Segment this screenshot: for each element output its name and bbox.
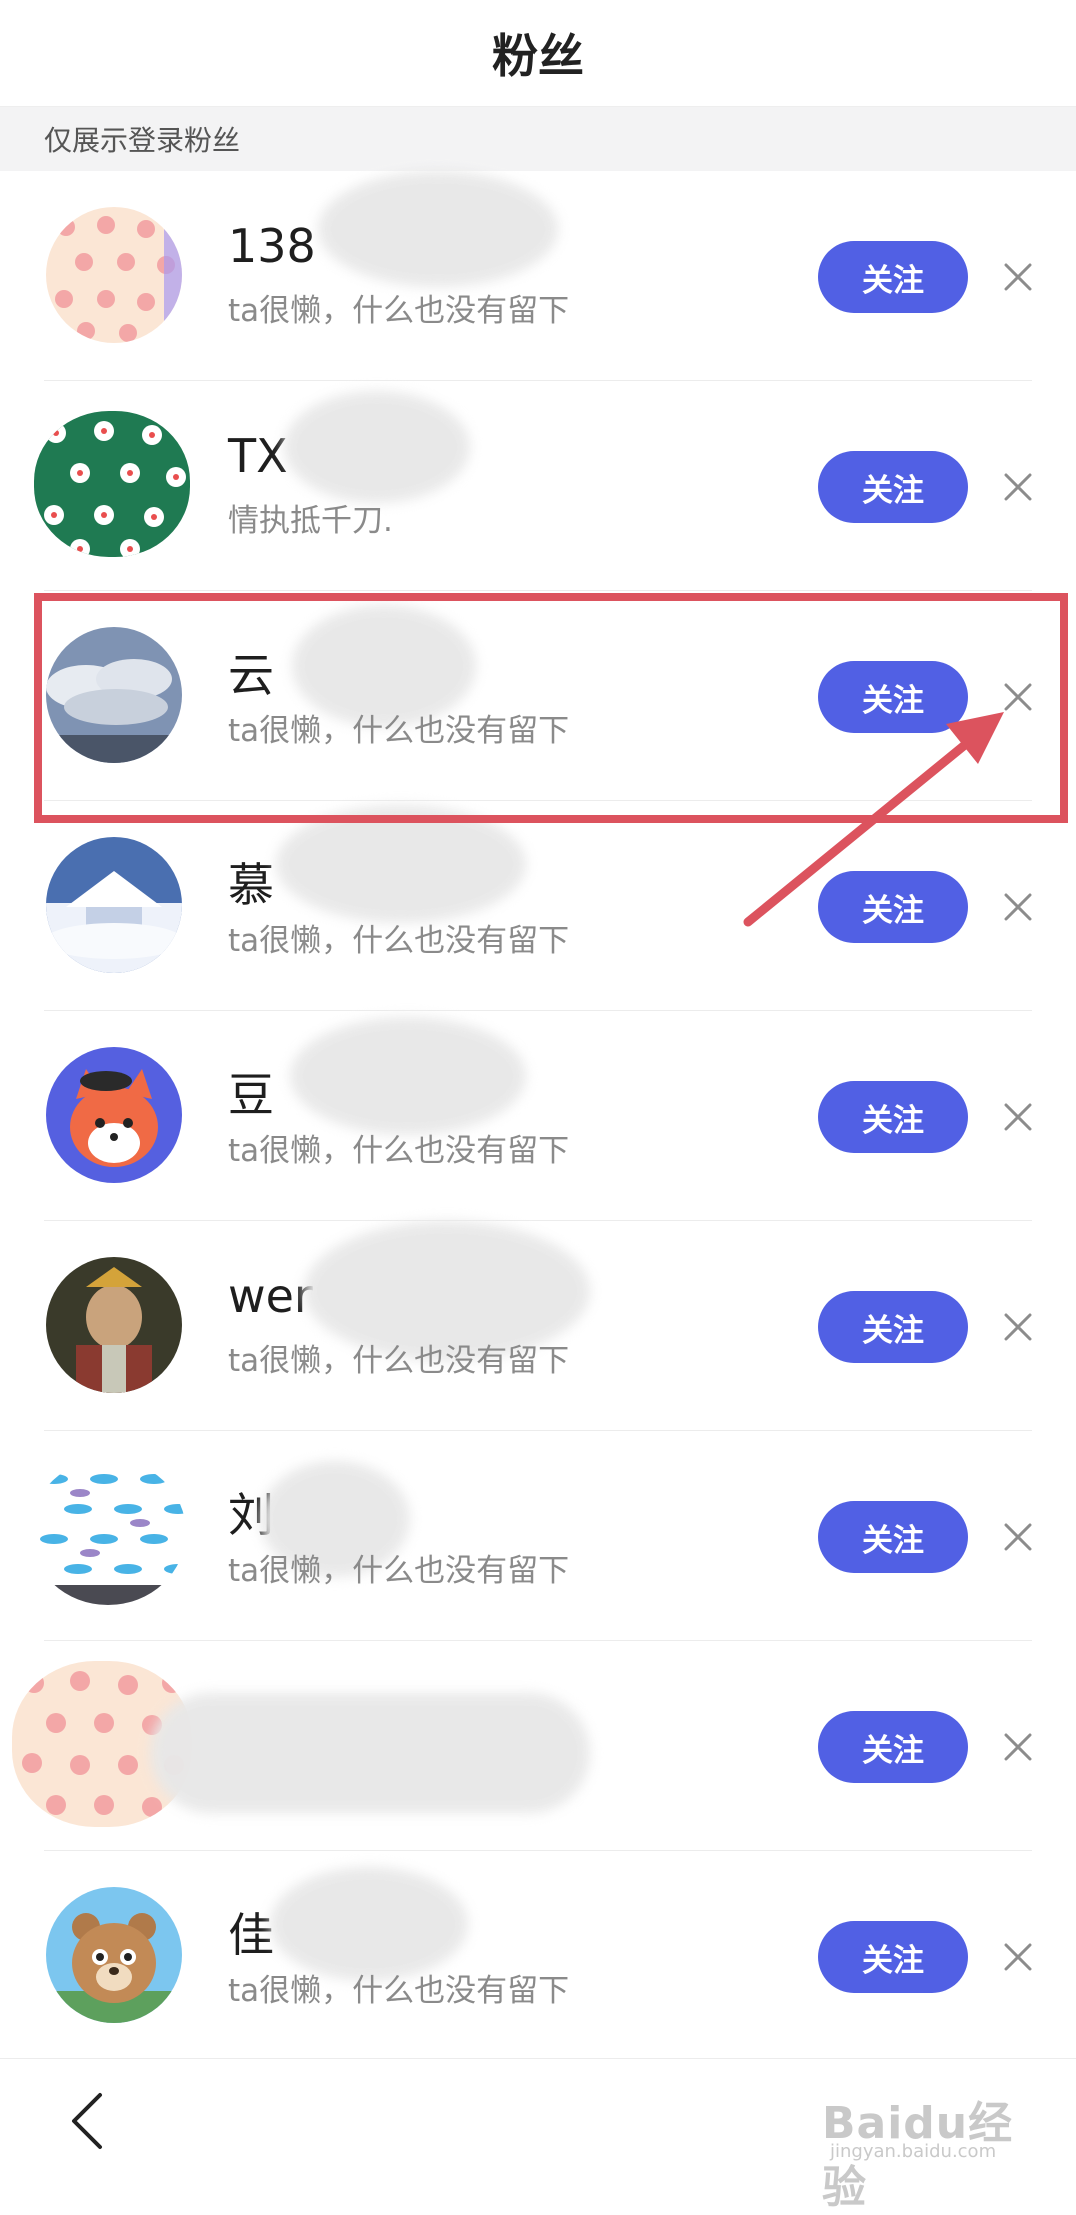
fan-bio: ta很懒，什么也没有留下 (228, 1343, 570, 1379)
follow-button[interactable]: 关注 (818, 1291, 968, 1363)
name-blur-mask (270, 1867, 468, 1981)
fan-name: wer (228, 1269, 313, 1323)
name-blur-mask (318, 171, 558, 287)
remove-fan-close-icon[interactable] (996, 885, 1040, 929)
baidu-watermark: Baidu经验 jingyan.baidu.com (822, 2087, 1022, 2213)
name-blur-mask (150, 1693, 590, 1813)
remove-fan-close-icon[interactable] (996, 1935, 1040, 1979)
fan-row[interactable]: 138 ta很懒，什么也没有留下 关注 (0, 171, 1076, 381)
name-blur-mask (284, 391, 470, 503)
fan-bio: 情执抵千刀. (228, 503, 393, 539)
fan-row[interactable]: TX 情执抵千刀. 关注 (0, 381, 1076, 591)
fan-bio: ta很懒，什么也没有留下 (228, 293, 570, 329)
fan-row[interactable]: 刘 ta很懒，什么也没有留下 关注 (0, 1431, 1076, 1641)
fan-name: 豆 (228, 1068, 274, 1122)
remove-fan-close-icon[interactable] (996, 1305, 1040, 1349)
back-arrow-icon[interactable] (64, 2091, 112, 2151)
page-title: 粉丝 (492, 29, 584, 83)
fan-name: TX (228, 429, 288, 483)
flower-pattern-avatar[interactable] (34, 411, 190, 557)
follow-button[interactable]: 关注 (818, 1921, 968, 1993)
follow-button[interactable]: 关注 (818, 241, 968, 313)
pig-pattern-avatar[interactable] (46, 207, 182, 343)
follow-button[interactable]: 关注 (818, 451, 968, 523)
remove-fan-close-icon[interactable] (996, 255, 1040, 299)
fan-bio: ta很懒，什么也没有留下 (228, 1973, 570, 2009)
notice-text: 仅展示登录粉丝 (44, 124, 241, 157)
fan-row[interactable]: 慕 ta很懒，什么也没有留下 关注 (0, 801, 1076, 1011)
bottom-bar: Baidu经验 jingyan.baidu.com (0, 2058, 1076, 2213)
fan-row[interactable]: 佳 ta很懒，什么也没有留下 关注 (0, 1851, 1076, 2061)
follow-button[interactable]: 关注 (818, 1501, 968, 1573)
fan-bio: ta很懒，什么也没有留下 (228, 923, 570, 959)
fan-name: 佳 (228, 1908, 274, 1962)
notice-bar: 仅展示登录粉丝 (0, 107, 1076, 171)
fan-bio: ta很懒，什么也没有留下 (228, 1133, 570, 1169)
remove-fan-close-icon[interactable] (996, 1725, 1040, 1769)
name-blur-mask (290, 1017, 526, 1135)
watermark-url: jingyan.baidu.com (830, 2141, 997, 2162)
fox-cartoon-avatar[interactable] (46, 1047, 182, 1183)
remove-fan-close-icon[interactable] (996, 1095, 1040, 1139)
fish-pattern-avatar[interactable] (30, 1459, 186, 1605)
follow-button[interactable]: 关注 (818, 1711, 968, 1783)
old-man-photo-avatar[interactable] (46, 1257, 182, 1393)
remove-fan-close-icon[interactable] (996, 1515, 1040, 1559)
fan-row[interactable]: 关注 (0, 1641, 1076, 1851)
remove-fan-close-icon[interactable] (996, 465, 1040, 509)
snow-house-avatar[interactable] (46, 837, 182, 973)
fan-row[interactable]: 豆 ta很懒，什么也没有留下 关注 (0, 1011, 1076, 1221)
fan-bio: ta很懒，什么也没有留下 (228, 1553, 570, 1589)
fan-name: 慕 (228, 858, 274, 912)
fan-row[interactable]: wer ta很懒，什么也没有留下 关注 (0, 1221, 1076, 1431)
fan-name: 138 (228, 219, 316, 273)
follow-button[interactable]: 关注 (818, 1081, 968, 1153)
follow-button[interactable]: 关注 (818, 871, 968, 943)
page-header: 粉丝 (0, 0, 1076, 107)
highlight-box (34, 593, 1068, 823)
bear-cartoon-avatar[interactable] (46, 1887, 182, 2023)
